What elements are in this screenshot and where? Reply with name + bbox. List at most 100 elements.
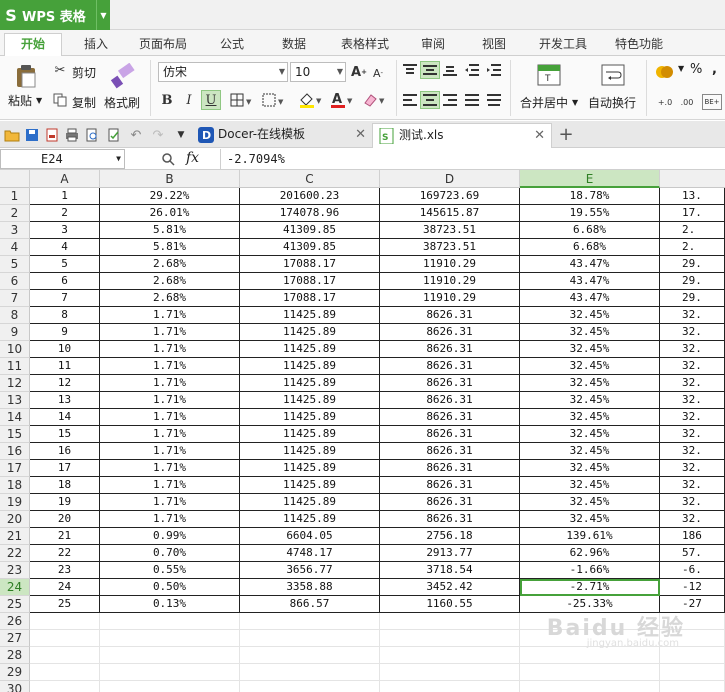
grid-cell[interactable]: [30, 681, 100, 692]
grid-cell[interactable]: 17088.17: [240, 290, 380, 307]
grid-cell[interactable]: [30, 630, 100, 647]
chevron-down-icon[interactable]: ▼: [96, 0, 110, 30]
grid-cell[interactable]: 8626.31: [380, 358, 520, 375]
row-header[interactable]: 17: [0, 460, 30, 477]
row-header[interactable]: 25: [0, 596, 30, 613]
fill-color-icon[interactable]: ▼: [296, 90, 326, 110]
zoom-magnifier-icon[interactable]: [160, 151, 176, 167]
grid-cell[interactable]: 19.55%: [520, 205, 660, 222]
redo-icon[interactable]: ↷: [150, 127, 166, 143]
grid-cell[interactable]: 11425.89: [240, 324, 380, 341]
grid-cell[interactable]: 11910.29: [380, 290, 520, 307]
decrease-decimal-icon[interactable]: .00: [678, 94, 696, 110]
clear-format-icon[interactable]: ▼: [360, 90, 388, 110]
grid-cell[interactable]: [100, 630, 240, 647]
chevron-down-icon[interactable]: ▼: [36, 96, 42, 105]
row-header[interactable]: 5: [0, 256, 30, 273]
grid-cell[interactable]: 32.: [660, 324, 725, 341]
tab-page-layout[interactable]: 页面布局: [130, 34, 196, 56]
grid-cell[interactable]: 32.: [660, 358, 725, 375]
grid-cell[interactable]: 32.45%: [520, 460, 660, 477]
grid-cell[interactable]: 13.: [660, 188, 725, 205]
grid-cell[interactable]: 2756.18: [380, 528, 520, 545]
grid-cell[interactable]: 1.71%: [100, 324, 240, 341]
grid-cell[interactable]: 11425.89: [240, 443, 380, 460]
grid-cell[interactable]: [240, 613, 380, 630]
new-tab-plus-icon[interactable]: +: [556, 124, 576, 145]
grid-cell[interactable]: [100, 647, 240, 664]
row-header[interactable]: 28: [0, 647, 30, 664]
grid-cell[interactable]: 5.81%: [100, 239, 240, 256]
font-size-select[interactable]: 10 ▼: [290, 62, 346, 82]
grid-cell[interactable]: 26.01%: [100, 205, 240, 222]
grid-cell[interactable]: 11: [30, 358, 100, 375]
grid-cell[interactable]: [380, 664, 520, 681]
align-right-icon[interactable]: [442, 92, 458, 108]
row-header[interactable]: 8: [0, 307, 30, 324]
grid-cell[interactable]: 3: [30, 222, 100, 239]
percent-button[interactable]: %: [690, 62, 702, 77]
decrease-indent-icon[interactable]: [464, 62, 480, 78]
scissors-icon[interactable]: ✂: [52, 62, 68, 78]
border-icon[interactable]: ▼: [228, 90, 256, 110]
distribute-icon[interactable]: [486, 92, 502, 108]
row-header[interactable]: 3: [0, 222, 30, 239]
grid-cell[interactable]: 32.45%: [520, 409, 660, 426]
row-header[interactable]: 27: [0, 630, 30, 647]
row-header[interactable]: 11: [0, 358, 30, 375]
grid-cell[interactable]: [520, 664, 660, 681]
grid-cell[interactable]: 32.45%: [520, 511, 660, 528]
grid-cell[interactable]: 5.81%: [100, 222, 240, 239]
column-header-c[interactable]: C: [240, 170, 380, 188]
grid-cell[interactable]: 1.71%: [100, 460, 240, 477]
grid-cell[interactable]: 0.99%: [100, 528, 240, 545]
grid-cell[interactable]: 17.: [660, 205, 725, 222]
cut-button[interactable]: 剪切: [72, 64, 96, 81]
grid-cell[interactable]: 8626.31: [380, 477, 520, 494]
row-header[interactable]: 20: [0, 511, 30, 528]
grid-cell[interactable]: [240, 664, 380, 681]
grid-cell[interactable]: 41309.85: [240, 239, 380, 256]
grid-cell[interactable]: 38723.51: [380, 239, 520, 256]
grid-cell[interactable]: 6.68%: [520, 239, 660, 256]
row-header[interactable]: 21: [0, 528, 30, 545]
grid-cell[interactable]: -12: [660, 579, 725, 596]
grid-cell[interactable]: 1.71%: [100, 341, 240, 358]
align-center-icon[interactable]: [420, 91, 440, 109]
grid-cell[interactable]: 3452.42: [380, 579, 520, 596]
row-header[interactable]: 14: [0, 409, 30, 426]
grid-cell[interactable]: 2.: [660, 239, 725, 256]
grid-cell[interactable]: [30, 647, 100, 664]
grid-cell[interactable]: 11425.89: [240, 460, 380, 477]
grid-cell[interactable]: 866.57: [240, 596, 380, 613]
grid-cell[interactable]: 25: [30, 596, 100, 613]
increase-font-icon[interactable]: A +: [350, 62, 368, 82]
tab-review[interactable]: 审阅: [408, 34, 458, 56]
grid-cell[interactable]: 1160.55: [380, 596, 520, 613]
app-menu-button[interactable]: S WPS 表格 ▼: [0, 0, 110, 30]
grid-cell[interactable]: 1.71%: [100, 409, 240, 426]
formula-input[interactable]: -2.7094%: [220, 149, 725, 169]
bold-button[interactable]: B: [158, 90, 176, 110]
chevron-down-icon[interactable]: ▼: [572, 98, 578, 107]
grid-cell[interactable]: 2.68%: [100, 273, 240, 290]
row-header[interactable]: 24: [0, 579, 30, 596]
row-header[interactable]: 6: [0, 273, 30, 290]
grid-cell[interactable]: 32.: [660, 494, 725, 511]
copy-button[interactable]: 复制: [72, 94, 96, 111]
grid-cell[interactable]: 17088.17: [240, 256, 380, 273]
grid-cell[interactable]: 3656.77: [240, 562, 380, 579]
undo-icon[interactable]: ↶: [128, 127, 144, 143]
row-header[interactable]: 13: [0, 392, 30, 409]
row-header[interactable]: 1: [0, 188, 30, 205]
grid-cell[interactable]: 24: [30, 579, 100, 596]
grid-cell[interactable]: 32.45%: [520, 341, 660, 358]
grid-cell[interactable]: 2.68%: [100, 290, 240, 307]
grid-cell[interactable]: 0.70%: [100, 545, 240, 562]
grid-cell[interactable]: 8626.31: [380, 511, 520, 528]
grid-cell[interactable]: 62.96%: [520, 545, 660, 562]
column-header-b[interactable]: B: [100, 170, 240, 188]
grid-cell[interactable]: 32.: [660, 409, 725, 426]
row-header[interactable]: 15: [0, 426, 30, 443]
grid-cell[interactable]: 8626.31: [380, 375, 520, 392]
